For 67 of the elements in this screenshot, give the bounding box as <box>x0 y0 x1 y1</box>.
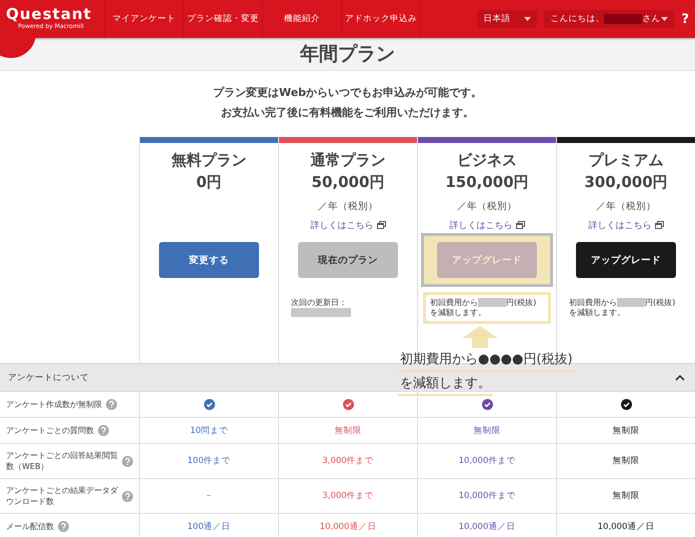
feature-value: 10,000通／日 <box>458 520 516 532</box>
price-unit: ／年（税別） <box>318 200 378 212</box>
redacted-name <box>604 14 642 24</box>
callout-text: 初期費用から●●●●円(税抜) <box>398 350 575 372</box>
feature-value: 無制限 <box>612 455 640 467</box>
feature-value: 無制限 <box>474 424 500 436</box>
new-window-icon <box>376 221 386 229</box>
feature-label: メール配信数 <box>6 521 54 532</box>
chevron-icon <box>675 374 685 380</box>
details-link[interactable]: 詳しくはこちら <box>450 218 512 232</box>
caret-icon <box>524 17 532 21</box>
callout-text: を減額します。 <box>398 374 493 396</box>
check-icon <box>342 399 354 410</box>
plan-button[interactable]: 現在のプラン <box>298 242 398 278</box>
feature-value: 10,000通／日 <box>320 520 376 532</box>
plan-price: 150,000円 <box>445 173 529 192</box>
plan-price: 300,000円 <box>584 173 668 192</box>
plan-button[interactable]: アップグレード <box>576 242 676 278</box>
feature-value: 100件まで <box>187 455 231 467</box>
plan-note: 初回費用から 円(税抜) を減額します。 <box>568 297 676 319</box>
plan-name: ビジネス <box>457 151 517 170</box>
feature-value: 10,000通／日 <box>598 520 654 532</box>
details-link[interactable]: 詳しくはこちら <box>588 218 652 232</box>
feature-value: 10,000件まで <box>458 490 516 502</box>
user-menu[interactable]: こんにちは、 さん <box>544 10 674 28</box>
plan-note: 初回費用から 円(税抜) を減額します。 <box>423 292 551 324</box>
feature-label: アンケートごとの結果データダウンロード数 <box>6 485 118 507</box>
help-icon[interactable] <box>122 490 133 502</box>
caret-icon <box>661 17 668 21</box>
feature-value: 無制限 <box>612 490 640 502</box>
help-icon[interactable] <box>58 521 69 532</box>
plan-button[interactable]: 変更する <box>159 242 259 278</box>
details-link[interactable]: 詳しくはこちら <box>310 218 374 232</box>
help-button[interactable]: ? <box>681 12 689 26</box>
plan-name: 無料プラン <box>172 151 246 170</box>
feature-label: アンケート作成数が無制限 <box>6 399 102 410</box>
feature-value: 3,000件まで <box>322 455 374 467</box>
help-icon[interactable] <box>106 399 117 410</box>
intro-text: お支払い完了後に有料機能をご利用いただけます。 <box>220 105 475 121</box>
plan-name: プレミアム <box>588 151 664 170</box>
help-icon[interactable] <box>98 425 109 436</box>
check-icon <box>204 399 214 410</box>
feature-value: 100通／日 <box>187 520 231 532</box>
feature-value: 10,000件まで <box>458 455 516 467</box>
logo[interactable]: Questant <box>6 6 104 22</box>
up-arrow-icon <box>462 326 498 348</box>
feature-value: 3,000件まで <box>322 490 374 502</box>
feature-value: 無制限 <box>334 424 362 436</box>
check-icon <box>482 399 492 410</box>
help-icon[interactable] <box>122 456 133 466</box>
intro-text: プラン変更はWebからいつでもお申込みが可能です。 <box>212 85 484 101</box>
feature-value: 10問まで <box>190 424 228 436</box>
feature-label: アンケートごとの質問数 <box>6 425 94 436</box>
new-window-icon <box>654 221 664 229</box>
plan-name: 通常プラン <box>310 151 386 170</box>
price-unit: ／年（税別） <box>457 200 517 212</box>
feature-value: 無制限 <box>612 424 640 436</box>
plan-note: 次回の更新日： <box>284 292 412 324</box>
plan-price: 50,000円 <box>312 173 384 192</box>
plan-price: 0円 <box>196 173 222 192</box>
language-select[interactable]: 日本語 <box>477 10 538 28</box>
feature-label: アンケートごとの回答結果閲覧数（WEB） <box>6 450 118 472</box>
page-title: 年間プラン <box>300 42 395 67</box>
new-window-icon <box>516 221 524 229</box>
feature-value: － <box>204 490 214 502</box>
price-unit: ／年（税別） <box>596 200 656 212</box>
check-icon <box>620 399 632 410</box>
